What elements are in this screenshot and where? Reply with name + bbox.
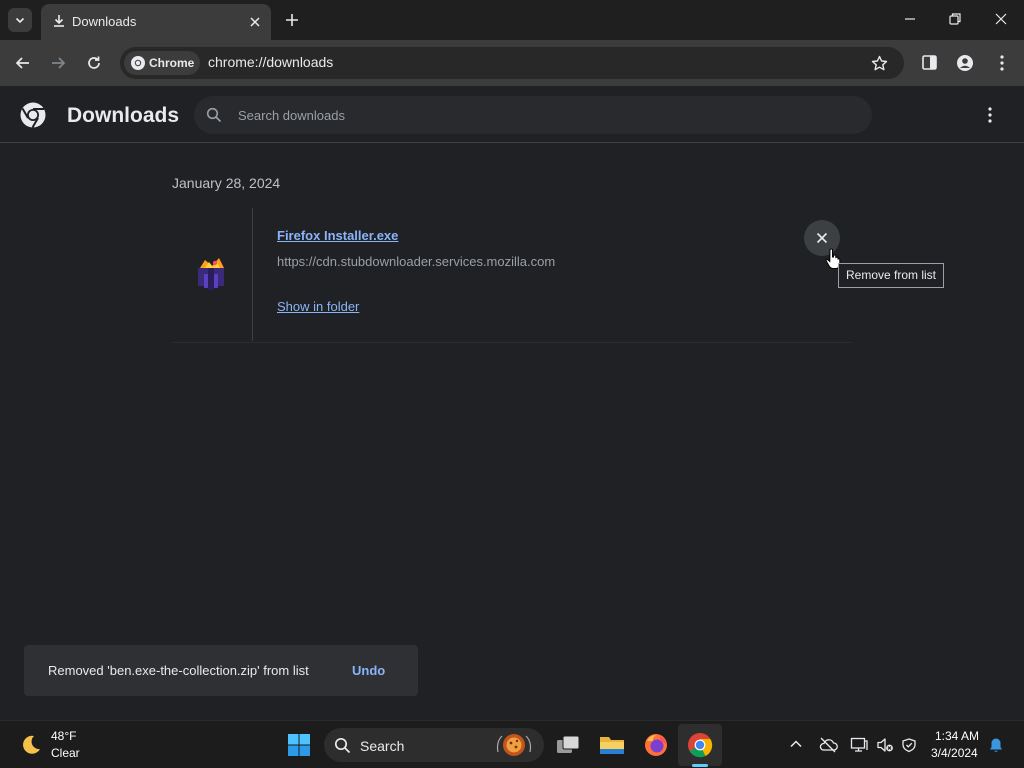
reload-icon[interactable] [85, 54, 103, 72]
weather-condition[interactable]: Clear [51, 746, 80, 760]
undo-button[interactable]: Undo [352, 663, 385, 678]
profile-icon[interactable] [956, 54, 974, 72]
installer-file-icon [198, 258, 224, 290]
onedrive-offline-icon[interactable] [818, 737, 838, 753]
date-heading: January 28, 2024 [172, 175, 281, 191]
chip-label: Chrome [149, 56, 195, 70]
moon-weather-icon[interactable] [19, 733, 43, 757]
search-input[interactable] [238, 96, 838, 134]
toast-message: Removed 'ben.exe-the-collection.zip' fro… [48, 663, 309, 678]
downloads-menu-icon[interactable] [982, 106, 998, 124]
download-icon [54, 15, 64, 27]
chrome-logo-icon [131, 56, 145, 70]
search-icon [334, 737, 351, 754]
page-title: Downloads [67, 104, 180, 127]
taskbar: 48°F Clear Search 1:34 AM 3/4/2024 [0, 720, 1024, 768]
undo-toast: Removed 'ben.exe-the-collection.zip' fro… [24, 645, 418, 696]
notification-bell-icon[interactable] [988, 737, 1004, 754]
address-bar[interactable]: Chrome chrome://downloads [120, 47, 904, 79]
close-window-icon[interactable] [994, 12, 1008, 26]
more-menu-icon[interactable] [994, 54, 1010, 72]
taskbar-search-label: Search [360, 738, 405, 754]
remove-tooltip: Remove from list [838, 263, 945, 288]
clock-time[interactable]: 1:34 AM [935, 729, 979, 743]
search-box[interactable] [194, 96, 872, 134]
search-highlight-icon [496, 734, 532, 756]
download-item: Firefox Installer.exe https://cdn.stubdo… [172, 208, 852, 343]
file-explorer-icon[interactable] [598, 732, 626, 758]
site-info-chip[interactable]: Chrome [124, 51, 200, 75]
divider [252, 208, 253, 341]
task-view-icon[interactable] [555, 732, 581, 758]
display-icon[interactable] [850, 737, 868, 753]
url-text[interactable]: chrome://downloads [208, 54, 333, 70]
network-warning-icon[interactable] [900, 737, 918, 753]
downloads-header: Downloads [0, 86, 1024, 143]
taskbar-search[interactable]: Search [324, 728, 544, 762]
new-tab-icon[interactable] [283, 11, 301, 29]
chrome-icon[interactable] [687, 732, 713, 758]
tab-search-button[interactable] [8, 8, 32, 32]
back-arrow-icon[interactable] [14, 54, 32, 72]
clock-date[interactable]: 3/4/2024 [931, 746, 978, 760]
close-tab-icon[interactable] [247, 14, 263, 30]
side-panel-icon[interactable] [921, 54, 938, 71]
tab-title: Downloads [72, 14, 137, 29]
show-in-folder-link[interactable]: Show in folder [277, 299, 359, 314]
weather-temperature[interactable]: 48°F [51, 729, 76, 743]
active-app-indicator [692, 764, 708, 767]
firefox-icon[interactable] [643, 732, 669, 758]
chevron-down-icon [15, 17, 25, 24]
tab-downloads[interactable]: Downloads [41, 4, 271, 40]
bookmark-star-icon[interactable] [871, 55, 888, 72]
file-name-link[interactable]: Firefox Installer.exe [277, 228, 398, 243]
close-icon [816, 232, 828, 244]
forward-arrow-icon[interactable] [49, 54, 67, 72]
source-url: https://cdn.stubdownloader.services.mozi… [277, 254, 556, 269]
search-icon [206, 107, 222, 123]
volume-muted-icon[interactable] [876, 737, 894, 753]
windows-start-icon[interactable] [287, 733, 311, 757]
tab-strip: Downloads [0, 0, 1024, 40]
chevron-up-icon[interactable] [789, 737, 803, 751]
restore-icon[interactable] [948, 12, 962, 26]
minimize-icon[interactable] [903, 12, 917, 26]
chrome-logo-icon [20, 102, 46, 129]
browser-toolbar: Chrome chrome://downloads [0, 40, 1024, 86]
